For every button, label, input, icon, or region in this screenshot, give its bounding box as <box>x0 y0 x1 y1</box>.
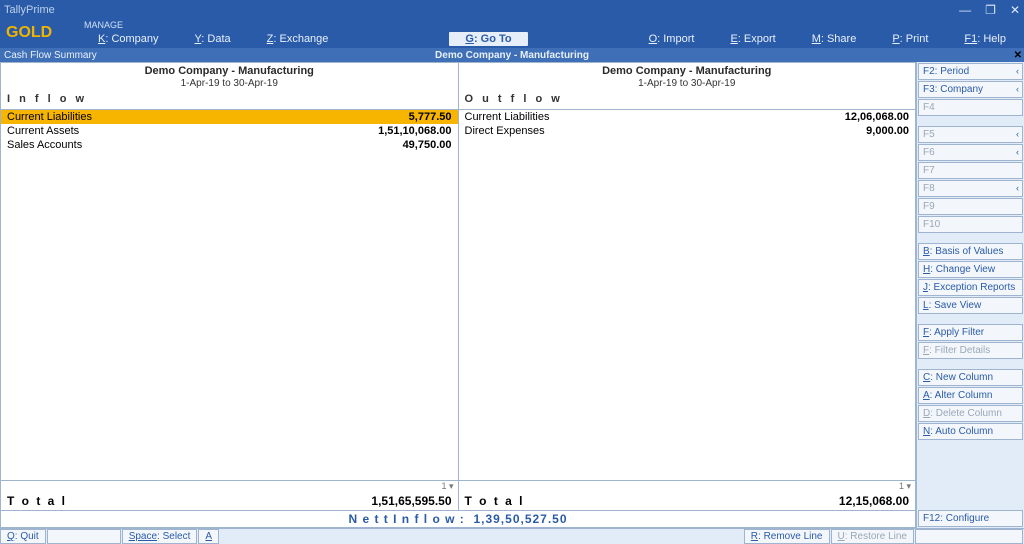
inflow-heading: I n f l o w <box>7 89 452 107</box>
table-row[interactable]: Current Liabilities 5,777.50 <box>1 110 458 124</box>
side-f2-period[interactable]: F2: Period‹ <box>918 63 1023 80</box>
maximize-icon[interactable]: ❐ <box>985 3 996 17</box>
table-row[interactable]: Direct Expenses 9,000.00 <box>459 124 916 138</box>
outflow-heading: O u t f l o w <box>465 89 910 107</box>
side-f12-configure[interactable]: F12: Configure <box>918 510 1023 527</box>
side-exception-reports[interactable]: J: Exception Reports <box>918 279 1023 296</box>
side-f5: F5‹ <box>918 126 1023 143</box>
manage-label: MANAGE <box>80 20 1024 30</box>
table-row[interactable]: Current Assets 1,51,10,068.00 <box>1 124 458 138</box>
outflow-period: 1-Apr-19 to 30-Apr-19 <box>465 78 910 89</box>
side-apply-filter[interactable]: F: Apply Filter <box>918 324 1023 341</box>
menu-export[interactable]: E: Export <box>712 33 793 45</box>
side-f4: F4 <box>918 99 1023 116</box>
menu-print[interactable]: P: Print <box>874 33 946 45</box>
bottom-a[interactable]: A <box>198 529 219 544</box>
inflow-company: Demo Company - Manufacturing <box>7 65 452 78</box>
inflow-page-indicator: 1 ▾ <box>1 481 458 492</box>
menu-company[interactable]: K: Company <box>80 33 177 45</box>
side-filter-details: F: Filter Details <box>918 342 1023 359</box>
bottom-bar: Q: Quit Space: Select A R: Remove Line U… <box>0 528 1024 544</box>
outflow-column: Demo Company - Manufacturing 1-Apr-19 to… <box>459 63 916 510</box>
main-menu: K: Company Y: Data Z: Exchange G: Go To … <box>80 30 1024 48</box>
side-new-column[interactable]: C: New Column <box>918 369 1023 386</box>
nett-inflow: N e t t I n f l o w : 1,39,50,527.50 <box>1 510 915 527</box>
side-delete-column: D: Delete Column <box>918 405 1023 422</box>
chevron-left-icon: ‹ <box>1016 66 1019 76</box>
chevron-left-icon: ‹ <box>1016 183 1019 193</box>
side-f7: F7 <box>918 162 1023 179</box>
bottom-restore-line: U: Restore Line <box>831 529 915 544</box>
outflow-company: Demo Company - Manufacturing <box>465 65 910 78</box>
chevron-left-icon: ‹ <box>1016 84 1019 94</box>
report-body: Demo Company - Manufacturing 1-Apr-19 to… <box>0 62 916 528</box>
outflow-total: T o t a l 12,15,068.00 <box>459 492 916 510</box>
outflow-rows: Current Liabilities 12,06,068.00 Direct … <box>459 110 916 480</box>
menu-exchange[interactable]: Z: Exchange <box>249 33 347 45</box>
inflow-column: Demo Company - Manufacturing 1-Apr-19 to… <box>1 63 459 510</box>
side-basis-of-values[interactable]: B: Basis of Values <box>918 243 1023 260</box>
close-icon[interactable]: ✕ <box>1010 3 1020 17</box>
side-panel: F2: Period‹ F3: Company‹ F4 F5‹ F6‹ F7 F… <box>916 62 1024 528</box>
menu-import[interactable]: O: Import <box>631 33 713 45</box>
side-f9: F9 <box>918 198 1023 215</box>
inflow-total: T o t a l 1,51,65,595.50 <box>1 492 458 510</box>
topbar: GOLD MANAGE K: Company Y: Data Z: Exchan… <box>0 20 1024 48</box>
bottom-select[interactable]: Space: Select <box>122 529 198 544</box>
titlebar: TallyPrime — ❐ ✕ <box>0 0 1024 20</box>
chevron-left-icon: ‹ <box>1016 129 1019 139</box>
bottom-remove-line[interactable]: R: Remove Line <box>744 529 830 544</box>
menu-data[interactable]: Y: Data <box>177 33 249 45</box>
side-change-view[interactable]: H: Change View <box>918 261 1023 278</box>
menu-share[interactable]: M: Share <box>794 33 875 45</box>
side-auto-column[interactable]: N: Auto Column <box>918 423 1023 440</box>
side-save-view[interactable]: L: Save View <box>918 297 1023 314</box>
minimize-icon[interactable]: — <box>959 3 971 17</box>
breadcrumb: Cash Flow Summary Demo Company - Manufac… <box>0 48 1024 62</box>
table-row[interactable]: Sales Accounts 49,750.00 <box>1 138 458 152</box>
side-f6: F6‹ <box>918 144 1023 161</box>
inflow-period: 1-Apr-19 to 30-Apr-19 <box>7 78 452 89</box>
bottom-quit[interactable]: Q: Quit <box>0 529 46 544</box>
chevron-left-icon: ‹ <box>1016 147 1019 157</box>
breadcrumb-center: Demo Company - Manufacturing <box>435 50 589 61</box>
edition-label: GOLD <box>0 20 80 46</box>
inflow-rows: Current Liabilities 5,777.50 Current Ass… <box>1 110 458 480</box>
app-name: TallyPrime <box>4 4 55 16</box>
bottom-empty <box>47 529 121 544</box>
side-f10: F10 <box>918 216 1023 233</box>
breadcrumb-left: Cash Flow Summary <box>4 50 97 61</box>
window-controls: — ❐ ✕ <box>959 3 1020 17</box>
side-f8: F8‹ <box>918 180 1023 197</box>
table-row[interactable]: Current Liabilities 12,06,068.00 <box>459 110 916 124</box>
side-f3-company[interactable]: F3: Company‹ <box>918 81 1023 98</box>
breadcrumb-close-icon[interactable]: ✕ <box>1014 50 1022 61</box>
bottom-empty <box>915 529 1023 544</box>
menu-goto[interactable]: G: Go To <box>448 31 528 47</box>
side-alter-column[interactable]: A: Alter Column <box>918 387 1023 404</box>
menu-help[interactable]: F1: Help <box>946 33 1024 45</box>
outflow-page-indicator: 1 ▾ <box>459 481 916 492</box>
